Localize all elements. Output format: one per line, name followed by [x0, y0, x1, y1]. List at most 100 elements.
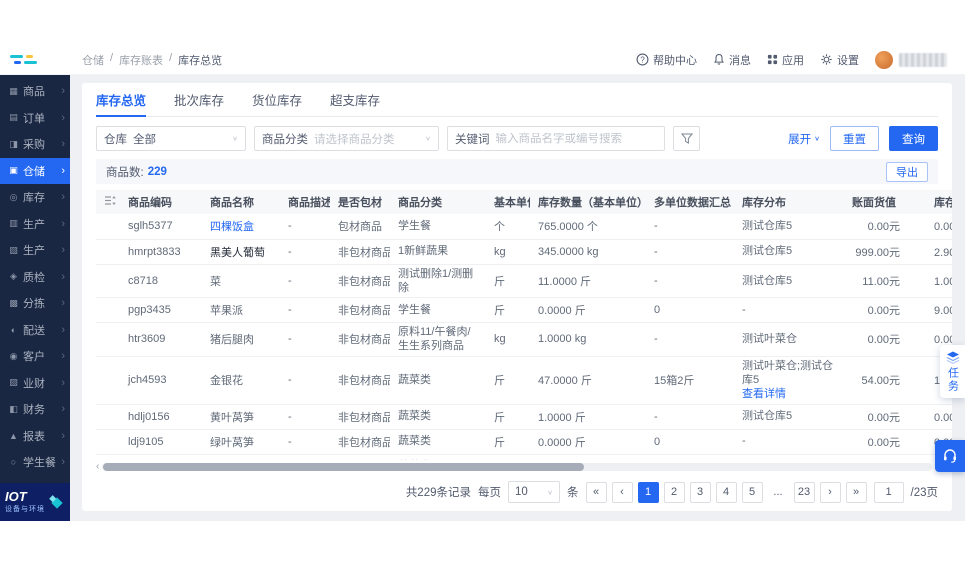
cell-sort [96, 214, 120, 240]
table-row[interactable]: jch4593 金银花 - 非包材商品 蔬菜类斤 47.0000 斤 15箱2斤 测试叶菜仓;… [96, 356, 952, 405]
sidebar-item-production-2[interactable]: ▧ 生产 › [0, 237, 70, 264]
export-button[interactable]: 导出 [886, 161, 928, 182]
header-action-帮助中心[interactable]: ? 帮助中心 [636, 52, 697, 68]
chevron-down-icon: ∨ [547, 488, 553, 496]
bell-icon [713, 53, 725, 66]
sidebar-item-sorting[interactable]: ▩ 分拣 › [0, 290, 70, 317]
page-button-5[interactable]: 5 [741, 481, 763, 503]
page-button-23[interactable]: 23 [793, 481, 815, 503]
expand-toggle[interactable]: 展开 ∨ [788, 131, 820, 147]
sidebar-item-delivery[interactable]: ◐ 配送 › [0, 317, 70, 344]
sort-columns-icon[interactable] [96, 190, 120, 214]
tab-货位库存[interactable]: 货位库存 [252, 83, 302, 117]
report-icon: ▲ [9, 430, 18, 441]
column-qty[interactable]: 库存数量（基本单位） [530, 190, 646, 214]
page-jump-input[interactable] [873, 481, 904, 503]
tab-库存总览[interactable]: 库存总览 [96, 83, 147, 117]
page-button-4[interactable]: 4 [715, 481, 737, 503]
column-name[interactable]: 商品名称 [202, 190, 280, 214]
svg-text:?: ? [640, 55, 645, 64]
cell-multi: 0 [646, 297, 734, 324]
warehouse-select[interactable]: 仓库 全部 ∨ [96, 126, 246, 151]
last-page-button[interactable]: » [845, 481, 867, 503]
table-row[interactable]: hdlj0156 黄叶莴笋 - 非包材商品 蔬菜类斤 1.0000 斤 - 测试仓库5 0.00… [96, 404, 952, 430]
tab-批次库存[interactable]: 批次库存 [174, 83, 224, 117]
app-logo[interactable] [0, 45, 68, 74]
page-size-select[interactable]: 10 ∨ [508, 481, 560, 503]
header-action-设置[interactable]: 设置 [820, 52, 859, 68]
column-avg[interactable]: 库存均价 [926, 190, 952, 214]
sidebar-item-goods[interactable]: ▦ 商品 › [0, 78, 70, 105]
product-name[interactable]: 四棵饭盒 [210, 221, 254, 233]
user-area[interactable] [875, 50, 947, 69]
h-scrollbar-thumb[interactable] [103, 462, 585, 471]
customer-service-fab[interactable] [935, 440, 965, 472]
sidebar-item-customers[interactable]: ◉ 客户 › [0, 343, 70, 370]
page-button-2[interactable]: 2 [663, 481, 685, 503]
column-code[interactable]: 商品编码 [120, 190, 202, 214]
sidebar-item-bizfin[interactable]: ▨ 业财 › [0, 370, 70, 397]
table-row[interactable]: c8718 菜 - 非包材商品 测试删除1/测删除斤 11.0000 斤 - 测试仓库5 11.… [96, 264, 952, 299]
cell-value: 0.00元 [844, 404, 926, 430]
breadcrumb-item[interactable]: 库存账表 [119, 52, 163, 68]
scroll-left-arrow[interactable]: ‹ [96, 461, 99, 472]
header-action-消息[interactable]: 消息 [713, 52, 751, 68]
cell-unit: 斤 [486, 429, 530, 455]
column-cat[interactable]: 商品分类 [390, 190, 486, 214]
table-row[interactable]: sglh5377 四棵饭盒 - 包材商品 学生餐个 765.0000 个 - 测试仓库5 0.0… [96, 214, 952, 240]
first-page-button[interactable]: « [585, 481, 607, 503]
table-row[interactable]: hmrpt3833 黑美人葡萄 - 非包材商品 1新鲜蔬果 kg 345.0000 kg - 测… [96, 239, 952, 265]
prev-page-button[interactable]: ‹ [611, 481, 633, 503]
page-button-1[interactable]: 1 [637, 481, 659, 503]
table-row[interactable]: htr3609 猪后腿肉 - 非包材商品 原料11/午餐肉/生生系列商品 kg 1.0000… [96, 322, 952, 357]
filter-funnel-button[interactable] [673, 126, 700, 151]
category-select[interactable]: 商品分类 请选择商品分类 ∨ [254, 126, 439, 151]
search-button[interactable]: 查询 [889, 126, 938, 151]
task-fab[interactable]: 任务 [940, 345, 965, 398]
table-row[interactable]: pgp3435苹果派-非包材商品学生餐斤0.0000 斤0-0.00元9.00元 [96, 297, 952, 324]
logo-bar [24, 61, 37, 64]
sidebar-item-inventory[interactable]: ◎ 库存 › [0, 184, 70, 211]
per-page-label: 每页 [478, 487, 501, 499]
page-button-3[interactable]: 3 [689, 481, 711, 503]
table-row[interactable]: ldj9105绿叶莴笋-非包材商品蔬菜类斤0.0000 斤0-0.00元0.00… [96, 429, 952, 455]
h-scrollbar-track[interactable] [102, 462, 932, 471]
product-name[interactable]: 黑美人葡萄 [210, 247, 265, 259]
cell-pack: 非包材商品 [330, 322, 390, 357]
sidebar-item-purchase[interactable]: ◨ 采购 › [0, 131, 70, 158]
cell-cat: 蔬菜类 [390, 356, 486, 405]
tab-超支库存[interactable]: 超支库存 [330, 83, 380, 117]
page-ellipsis[interactable]: ... [768, 482, 789, 503]
sidebar-item-orders[interactable]: ▤ 订单 › [0, 105, 70, 132]
sidebar-menu: ▦ 商品 › ▤ 订单 › ◨ 采购 › ▣ 仓储 › ◎ 库存 › ▥ 生产 › ▧ 生产 › ◈ 质检 › ▩ 分拣 › ◐ 配送 ›… [0, 75, 70, 483]
avatar[interactable] [875, 50, 893, 69]
column-pack[interactable]: 是否包材 [330, 190, 390, 214]
category-placeholder: 请选择商品分类 [314, 133, 395, 146]
cell-desc: - [280, 264, 330, 299]
sidebar-item-warehouse[interactable]: ▣ 仓储 › [0, 157, 70, 184]
inventory-table: 商品编码商品名称商品描述是否包材商品分类基本单位库存数量（基本单位）多单位数据汇… [96, 190, 952, 460]
sidebar-item-production-1[interactable]: ▥ 生产 › [0, 211, 70, 238]
column-desc[interactable]: 商品描述 [280, 190, 330, 214]
cell-sort [96, 239, 120, 265]
cell-name: 黄叶莴笋 [202, 404, 280, 430]
next-page-button[interactable]: › [819, 481, 841, 503]
column-multi[interactable]: 多单位数据汇总 [646, 190, 734, 214]
sidebar-item-quality[interactable]: ◈ 质检 › [0, 264, 70, 291]
column-unit[interactable]: 基本单位 [486, 190, 530, 214]
keyword-box[interactable]: 关键词 [447, 126, 665, 151]
quality-icon: ◈ [10, 271, 17, 282]
view-detail-link[interactable]: 查看详情 [742, 388, 786, 400]
sidebar-item-finance[interactable]: ◧ 财务 › [0, 396, 70, 423]
cell-multi: - [646, 264, 734, 299]
header-action-应用[interactable]: 应用 [767, 52, 804, 68]
cell-qty: 0.0000 斤 [530, 429, 646, 455]
sidebar-item-reports[interactable]: ▲ 报表 › [0, 423, 70, 450]
column-value[interactable]: 账面货值 [844, 190, 926, 214]
cell-unit: kg [486, 322, 530, 357]
reset-button[interactable]: 重置 [830, 126, 879, 151]
sidebar-item-student-meal[interactable]: ○ 学生餐 › [0, 449, 70, 476]
column-dist[interactable]: 库存分布 [734, 190, 844, 214]
keyword-input[interactable] [495, 132, 657, 145]
breadcrumb-item[interactable]: 仓储 [82, 52, 104, 68]
